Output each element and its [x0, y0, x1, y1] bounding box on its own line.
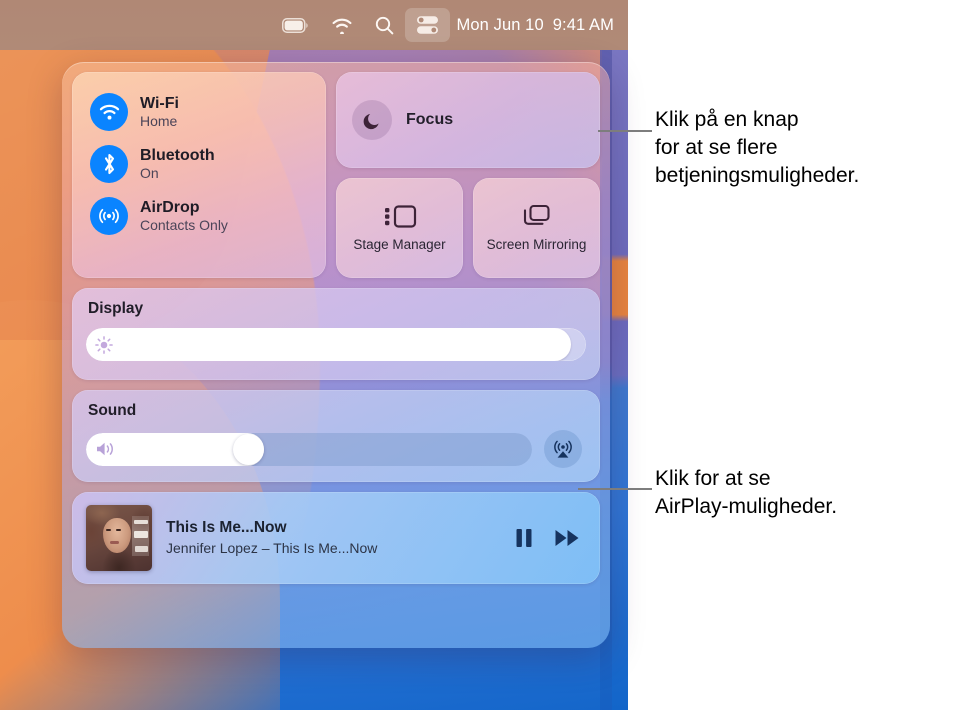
- speaker-icon: [95, 441, 117, 458]
- brightness-slider[interactable]: [86, 328, 586, 361]
- now-playing-subtitle: Jennifer Lopez – This Is Me...Now: [166, 539, 378, 556]
- sound-title: Sound: [88, 402, 137, 419]
- artwork-eye-right: [116, 528, 122, 531]
- focus-label: Focus: [406, 111, 454, 128]
- bluetooth-icon: [90, 145, 128, 183]
- now-playing-card: This Is Me...Now Jennifer Lopez – This I…: [72, 492, 600, 584]
- control-center-top-row: Wi-Fi Home Bluetooth On AirDrop Contacts…: [72, 72, 600, 278]
- pause-button[interactable]: [514, 527, 534, 549]
- airdrop-toggle-subtitle: Contacts Only: [140, 217, 228, 234]
- stage-manager-button[interactable]: Stage Manager: [336, 178, 463, 278]
- volume-slider-knob[interactable]: [233, 433, 265, 465]
- control-center-menu-item[interactable]: [404, 8, 450, 42]
- now-playing-controls: [514, 527, 582, 549]
- airdrop-toggle-title: AirDrop: [140, 198, 200, 216]
- artwork-eye-left: [106, 528, 112, 531]
- callout-leader-line-1: [598, 130, 652, 132]
- callout-leader-line-2: [578, 488, 652, 490]
- battery-icon: [281, 17, 309, 33]
- artwork-text-line-2: [134, 531, 148, 539]
- wifi-icon: [90, 93, 128, 131]
- artwork-text-line-1: [134, 519, 148, 524]
- callout-text-2: Klik for at se AirPlay-muligheder.: [655, 467, 838, 518]
- stage-manager-icon: [382, 203, 418, 230]
- menu-bar-time: 9:41 AM: [552, 15, 614, 34]
- menu-bar: Mon Jun 10 9:41 AM: [0, 0, 628, 50]
- now-playing-title: This Is Me...Now: [166, 519, 287, 537]
- menu-bar-date: Mon Jun 10: [456, 15, 544, 34]
- control-center-right-column: Focus Stage Manager Screen Mirroring: [336, 72, 600, 278]
- display-title: Display: [88, 300, 144, 317]
- control-center-square-buttons: Stage Manager Screen Mirroring: [336, 178, 600, 278]
- wifi-toggle-text: Wi-Fi Home: [140, 95, 179, 130]
- airdrop-toggle[interactable]: AirDrop Contacts Only: [72, 190, 326, 242]
- connectivity-group: Wi-Fi Home Bluetooth On AirDrop Contacts…: [72, 72, 326, 278]
- screen-mirroring-button[interactable]: Screen Mirroring: [473, 178, 600, 278]
- spotlight-search-item[interactable]: [364, 8, 405, 42]
- fast-forward-button[interactable]: [554, 527, 582, 549]
- now-playing-text: This Is Me...Now Jennifer Lopez – This I…: [166, 519, 500, 556]
- airdrop-toggle-text: AirDrop Contacts Only: [140, 199, 228, 234]
- moon-icon: [352, 100, 392, 140]
- brightness-slider-fill: [86, 328, 571, 361]
- stage-manager-label: Stage Manager: [353, 237, 446, 253]
- menu-bar-clock[interactable]: Mon Jun 10 9:41 AM: [450, 16, 614, 35]
- airdrop-icon: [90, 197, 128, 235]
- bluetooth-toggle-text: Bluetooth On: [140, 147, 215, 182]
- wifi-toggle[interactable]: Wi-Fi Home: [72, 86, 326, 138]
- sound-card: Sound: [72, 390, 600, 482]
- screen-mirroring-icon: [520, 203, 554, 230]
- airplay-audio-icon: [551, 437, 575, 461]
- wifi-toggle-title: Wi-Fi: [140, 94, 179, 112]
- brightness-icon: [95, 335, 113, 354]
- sound-row: [86, 430, 586, 468]
- screen-mirroring-label: Screen Mirroring: [486, 237, 587, 253]
- battery-status-item[interactable]: [271, 8, 320, 42]
- volume-slider[interactable]: [86, 432, 532, 466]
- focus-button[interactable]: Focus: [336, 72, 600, 168]
- control-center-icon: [416, 15, 439, 35]
- search-icon: [375, 16, 394, 35]
- control-center-panel: Wi-Fi Home Bluetooth On AirDrop Contacts…: [62, 62, 610, 648]
- artwork-lips: [109, 541, 119, 545]
- bluetooth-toggle-subtitle: On: [140, 165, 159, 182]
- airplay-audio-button[interactable]: [544, 430, 582, 468]
- bluetooth-toggle-title: Bluetooth: [140, 146, 215, 164]
- wifi-menu-item[interactable]: [320, 8, 364, 42]
- wifi-icon: [331, 17, 353, 34]
- album-artwork: [86, 505, 152, 571]
- wifi-toggle-subtitle: Home: [140, 113, 178, 130]
- callout-text-1: Klik på en knap for at se flere betjenin…: [655, 108, 860, 187]
- screenshot-root: Mon Jun 10 9:41 AM Wi-Fi Home Bluetooth …: [0, 0, 960, 710]
- bluetooth-toggle[interactable]: Bluetooth On: [72, 138, 326, 190]
- display-card: Display: [72, 288, 600, 380]
- artwork-face: [103, 518, 131, 553]
- artwork-text-line-3: [135, 545, 148, 552]
